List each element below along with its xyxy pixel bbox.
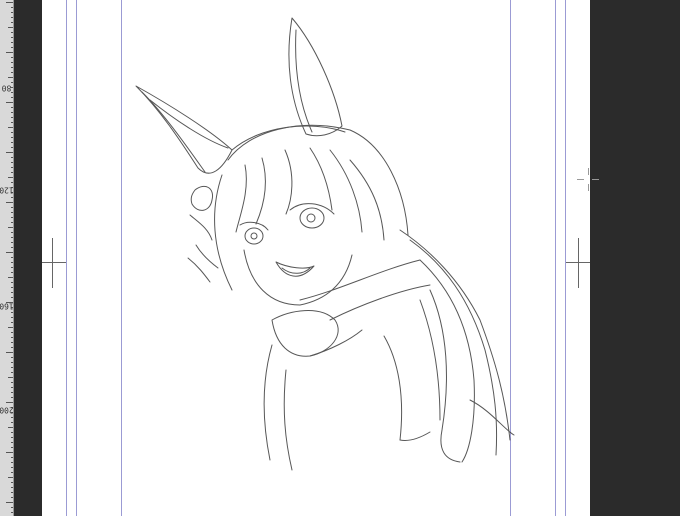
left-ear: [135, 85, 233, 174]
sketch-artwork: [135, 17, 515, 471]
drawing-app-window: 80 120 160 200: [0, 0, 680, 516]
